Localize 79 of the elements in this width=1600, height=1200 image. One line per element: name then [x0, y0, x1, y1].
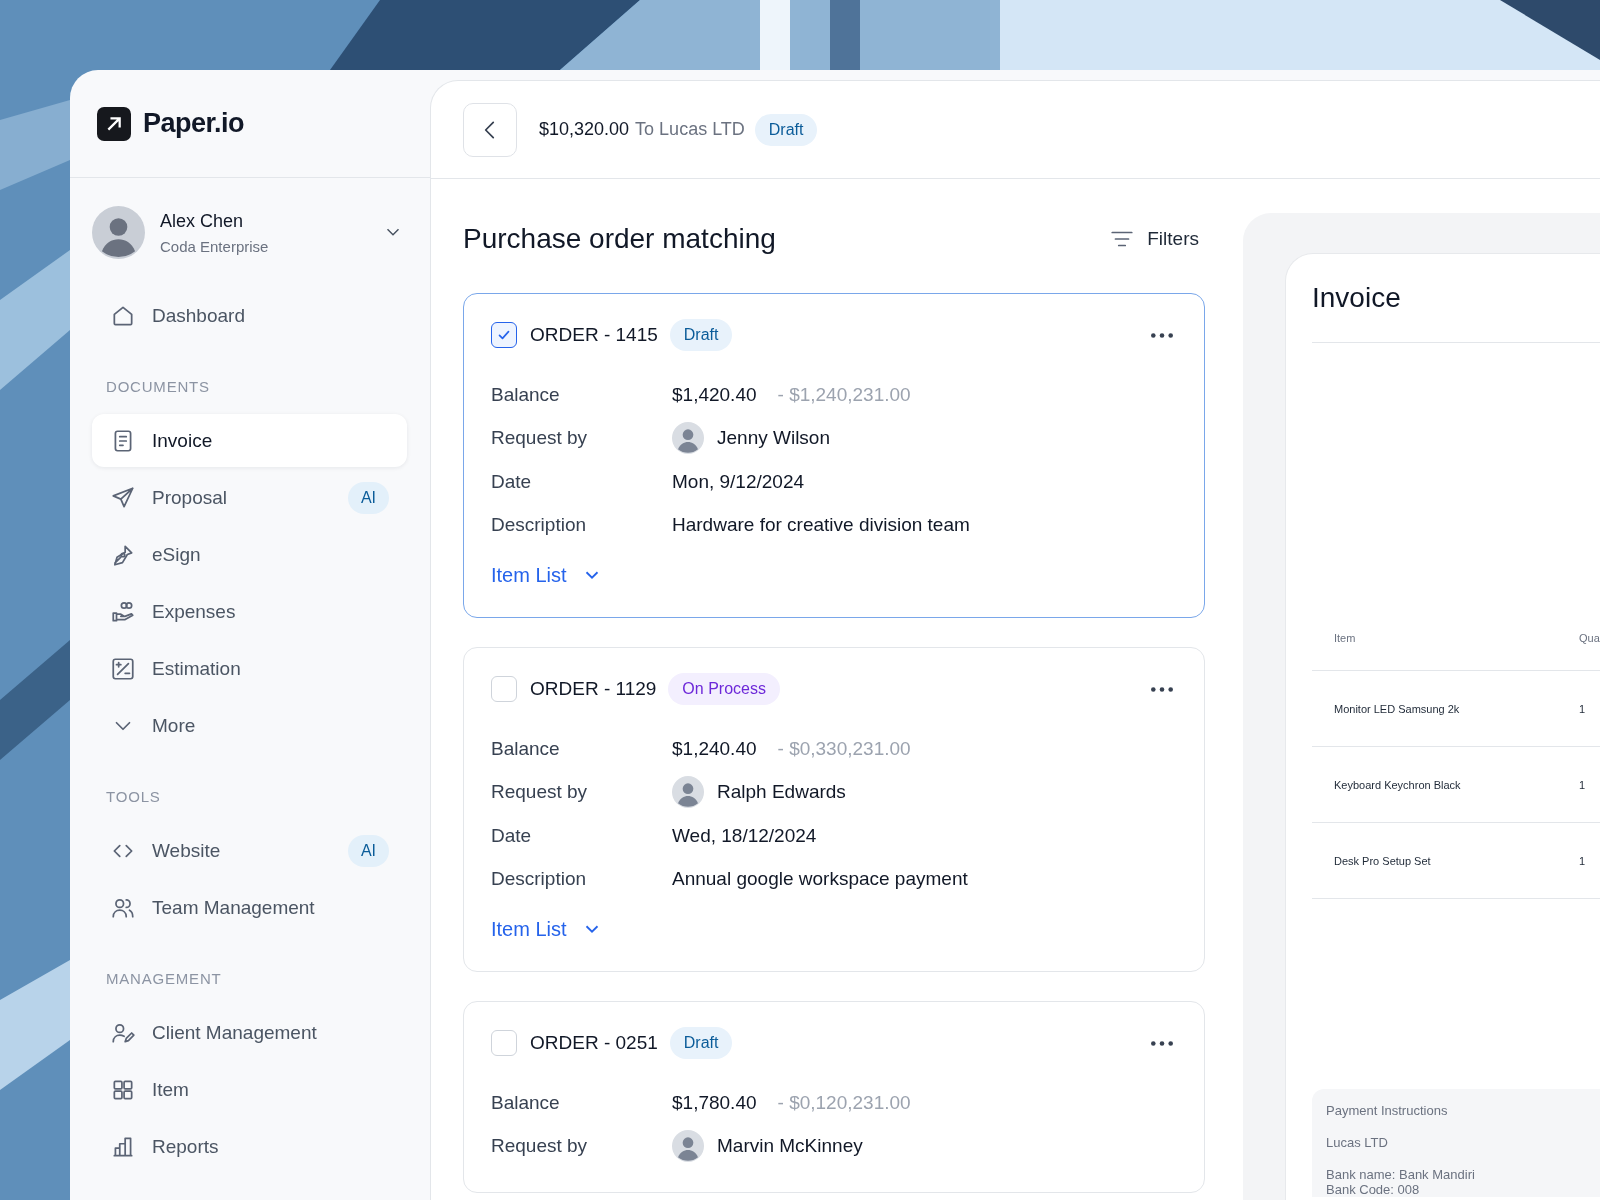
sidebar-item[interactable]: Client Management [92, 1004, 407, 1061]
item-list-link[interactable]: Item List [491, 557, 603, 593]
filters-button[interactable]: Filters [1109, 226, 1199, 252]
invoice-title: Invoice [1312, 280, 1600, 343]
field-value: Mon, 9/12/2024 [672, 470, 805, 493]
table-cell-text: Monitor LED Samsung 2k [1334, 702, 1461, 715]
page-title: Purchase order matching [463, 223, 776, 255]
status-badge: Draft [669, 1027, 733, 1059]
field-label: Request by [491, 427, 589, 450]
company-name: Coda Enterprise [160, 237, 270, 255]
payment-title: Payment Instructions [1326, 1103, 1449, 1118]
field-label: Description [491, 868, 588, 891]
balance-amount: $1,240.40 [672, 737, 757, 760]
percent-square-icon [110, 655, 136, 682]
sidebar-item[interactable]: Estimation [92, 640, 407, 697]
sidebar-item[interactable]: Item [92, 1061, 407, 1118]
more-icon [1151, 1040, 1173, 1046]
sidebar-item[interactable]: Invoice [92, 414, 407, 467]
brand-name: Paper.io [143, 108, 245, 139]
more-icon [1151, 686, 1173, 692]
field-label: Request by [491, 1135, 589, 1158]
field-value: Hardware for creative division team [672, 514, 970, 537]
sidebar-item[interactable]: Reports [92, 1118, 407, 1175]
status-badge: On Process [668, 673, 780, 705]
checkbox[interactable] [491, 322, 517, 348]
logo-icon [97, 106, 131, 141]
requester-name: Ralph Edwards [717, 781, 846, 804]
sidebar-item[interactable]: eSign [92, 526, 407, 583]
total-amount: $10,320.00 [539, 119, 630, 140]
company-name: Lucas LTD [1326, 1135, 1389, 1150]
table-cell-text: 1 [1579, 778, 1587, 791]
section-heading: DOCUMENTS [105, 377, 211, 397]
avatar [672, 776, 704, 809]
table-cell-text: 1 [1579, 702, 1587, 715]
balance-difference: - $1,240,231.00 [777, 383, 911, 406]
sidebar-item[interactable]: More [92, 697, 407, 754]
balance-difference: - $0,120,231.00 [777, 1091, 911, 1114]
table-cell-text: 1 [1579, 854, 1587, 867]
field-label: Date [491, 470, 533, 493]
section-heading: TOOLS [105, 787, 162, 807]
user-name: Alex Chen [160, 210, 245, 232]
order-number: ORDER - 0251 [530, 1032, 658, 1054]
order-number: ORDER - 1415 [530, 324, 658, 346]
status-badge: Draft [754, 113, 818, 146]
requester-name: Marvin McKinney [717, 1135, 863, 1158]
requester-name: Jenny Wilson [717, 427, 830, 450]
balance-amount: $1,780.40 [672, 1091, 757, 1114]
order-number: ORDER - 1129 [530, 678, 657, 700]
field-value: Annual google workspace payment [672, 868, 968, 891]
field-label: Description [491, 514, 588, 537]
field-label: Request by [491, 781, 589, 804]
sidebar-item[interactable]: Proposal AI [92, 469, 407, 526]
column-header: Item [1334, 632, 1357, 644]
item-list-link[interactable]: Item List [491, 911, 603, 947]
sidebar-item[interactable]: Website AI [92, 822, 407, 879]
avatar [672, 422, 704, 455]
field-label: Balance [491, 737, 561, 760]
sidebar-item[interactable]: Dashboard [92, 287, 407, 344]
column-header: Qua [1579, 632, 1600, 644]
field-value: Wed, 18/12/2024 [672, 824, 817, 847]
table-cell-text: Keyboard Keychron Black [1334, 778, 1462, 791]
more-icon [1151, 332, 1173, 338]
section-heading: MANAGEMENT [105, 969, 223, 989]
table-cell-text: Desk Pro Setup Set [1334, 854, 1432, 867]
status-badge: Draft [669, 319, 733, 351]
bank-detail: Bank name: Bank Mandiri [1326, 1167, 1476, 1182]
ai-badge: AI [347, 834, 389, 867]
avatar [672, 1130, 704, 1163]
field-label: Date [491, 824, 533, 847]
sidebar-item[interactable]: Expenses [92, 583, 407, 640]
balance-amount: $1,420.40 [672, 383, 757, 406]
field-label: Balance [491, 1091, 561, 1114]
recipient: To Lucas LTD [635, 119, 745, 140]
ai-badge: AI [347, 481, 389, 514]
bank-detail: Bank Code: 008 [1326, 1182, 1421, 1197]
balance-difference: - $0,330,231.00 [777, 737, 911, 760]
sidebar-item[interactable]: Team Management [92, 879, 407, 936]
avatar [92, 206, 145, 259]
field-label: Balance [491, 383, 561, 406]
